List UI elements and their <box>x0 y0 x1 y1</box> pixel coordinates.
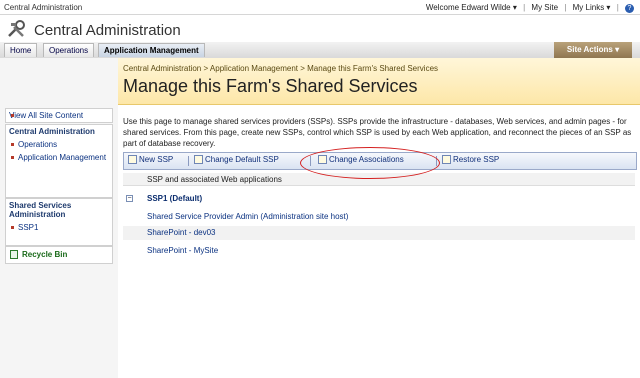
main-content: Central Administration > Application Man… <box>118 58 640 378</box>
nav-item-ssp1[interactable]: SSP1 <box>6 221 112 234</box>
row-link[interactable]: SharePoint - MySite <box>147 244 218 258</box>
page-description: Use this page to manage shared services … <box>123 117 632 148</box>
central-admin-section: Central Administration Operations Applic… <box>5 124 113 198</box>
column-header: SSP and associated Web applications <box>147 175 282 184</box>
nav-item-application-management[interactable]: Application Management <box>6 151 112 164</box>
divider: | <box>523 3 526 12</box>
recycle-bin-link[interactable]: Recycle Bin <box>22 250 67 259</box>
new-ssp-label: New SSP <box>139 155 174 164</box>
section-heading-central-admin[interactable]: Central Administration <box>6 125 112 138</box>
welcome-menu[interactable]: Welcome Edward Wilde ▾ <box>426 3 517 12</box>
toolbar-separator <box>188 156 189 166</box>
site-actions-menu[interactable]: Site Actions ▾ <box>554 42 632 58</box>
divider: | <box>564 3 567 12</box>
app-title[interactable]: Central Administration <box>34 22 181 39</box>
tools-logo-icon <box>8 20 25 37</box>
new-ssp-button[interactable]: New SSP <box>128 155 173 164</box>
ssp-group-row[interactable]: − SSP1 (Default) <box>123 192 635 206</box>
ssp-group-label: SSP1 (Default) <box>147 194 203 203</box>
table-row[interactable]: SharePoint - dev03 <box>123 226 635 240</box>
left-navigation: View All Site Content Central Administra… <box>0 58 119 378</box>
annotation-circle <box>300 147 440 179</box>
new-ssp-icon <box>128 155 137 164</box>
change-default-label: Change Default SSP <box>205 155 279 164</box>
nav-item-operations[interactable]: Operations <box>6 138 112 151</box>
my-links-menu[interactable]: My Links ▾ <box>573 3 611 12</box>
table-row[interactable]: SharePoint - MySite <box>123 244 635 258</box>
tab-home[interactable]: Home <box>4 43 38 57</box>
collapse-icon[interactable]: − <box>126 195 133 202</box>
row-link[interactable]: Shared Service Provider Admin (Administr… <box>147 210 348 224</box>
restore-ssp-label: Restore SSP <box>453 155 500 164</box>
view-all-content-box: View All Site Content <box>5 108 113 123</box>
change-default-icon <box>194 155 203 164</box>
table-row[interactable]: Shared Service Provider Admin (Administr… <box>123 210 635 224</box>
tab-application-management[interactable]: Application Management <box>98 43 205 57</box>
global-top-bar: Central Administration Welcome Edward Wi… <box>0 0 640 15</box>
my-site-link[interactable]: My Site <box>531 3 558 12</box>
site-name-link[interactable]: Central Administration <box>4 3 82 12</box>
recycle-bin-box: Recycle Bin <box>5 246 113 264</box>
top-nav-tabs <box>0 42 640 59</box>
view-all-site-content-link[interactable]: View All Site Content <box>6 109 112 122</box>
restore-ssp-button[interactable]: Restore SSP <box>442 155 499 164</box>
row-link[interactable]: SharePoint - dev03 <box>147 226 216 240</box>
tab-operations[interactable]: Operations <box>43 43 95 57</box>
breadcrumb[interactable]: Central Administration > Application Man… <box>123 64 438 73</box>
page-title: Manage this Farm's Shared Services <box>123 76 418 96</box>
section-heading-shared-services[interactable]: Shared Services Administration <box>6 199 112 221</box>
restore-ssp-icon <box>442 155 451 164</box>
recycle-bin-icon <box>10 250 18 259</box>
shared-services-section: Shared Services Administration SSP1 <box>5 198 113 246</box>
help-icon[interactable]: ? <box>625 4 634 13</box>
page-header: Central Administration > Application Man… <box>118 58 640 105</box>
divider: | <box>616 3 619 12</box>
change-default-ssp-button[interactable]: Change Default SSP <box>194 155 279 164</box>
